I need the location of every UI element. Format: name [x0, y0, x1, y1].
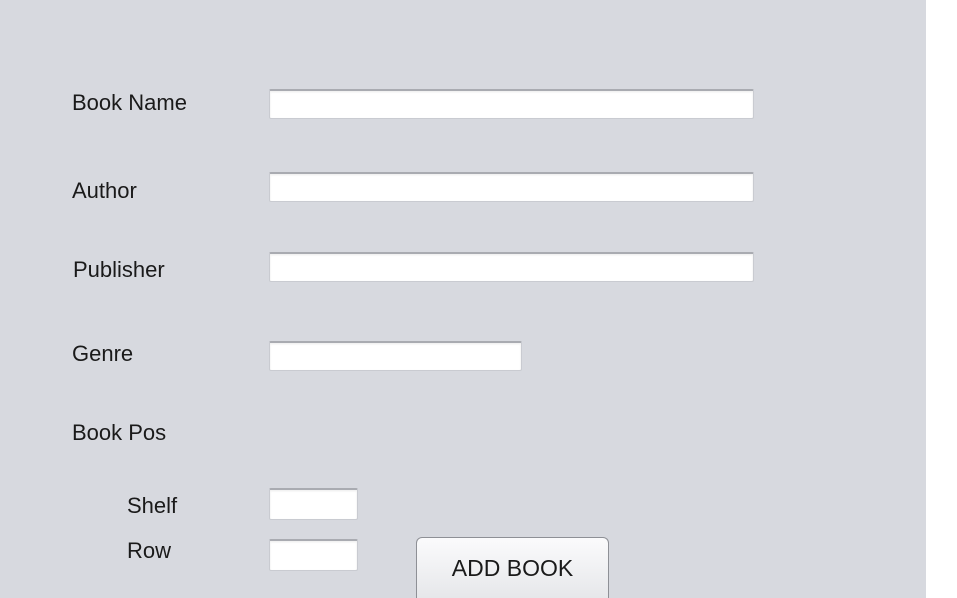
- genre-label: Genre: [72, 341, 134, 366]
- shelf-input[interactable]: [269, 488, 358, 520]
- publisher-input[interactable]: [269, 252, 754, 282]
- book-pos-label: Book Pos: [72, 420, 167, 445]
- genre-input[interactable]: [269, 341, 522, 371]
- publisher-label: Publisher: [73, 257, 165, 282]
- author-input[interactable]: [269, 172, 754, 202]
- row-label: Row: [127, 538, 172, 563]
- book-name-input[interactable]: [269, 89, 754, 119]
- window: Book Name Author Publisher Genre Book Po…: [0, 0, 957, 598]
- add-book-form: Book Name Author Publisher Genre Book Po…: [0, 0, 926, 598]
- book-name-label: Book Name: [72, 90, 187, 115]
- row-input[interactable]: [269, 539, 358, 571]
- author-label: Author: [72, 178, 137, 203]
- add-book-button[interactable]: ADD BOOK: [416, 537, 609, 598]
- shelf-label: Shelf: [127, 493, 178, 518]
